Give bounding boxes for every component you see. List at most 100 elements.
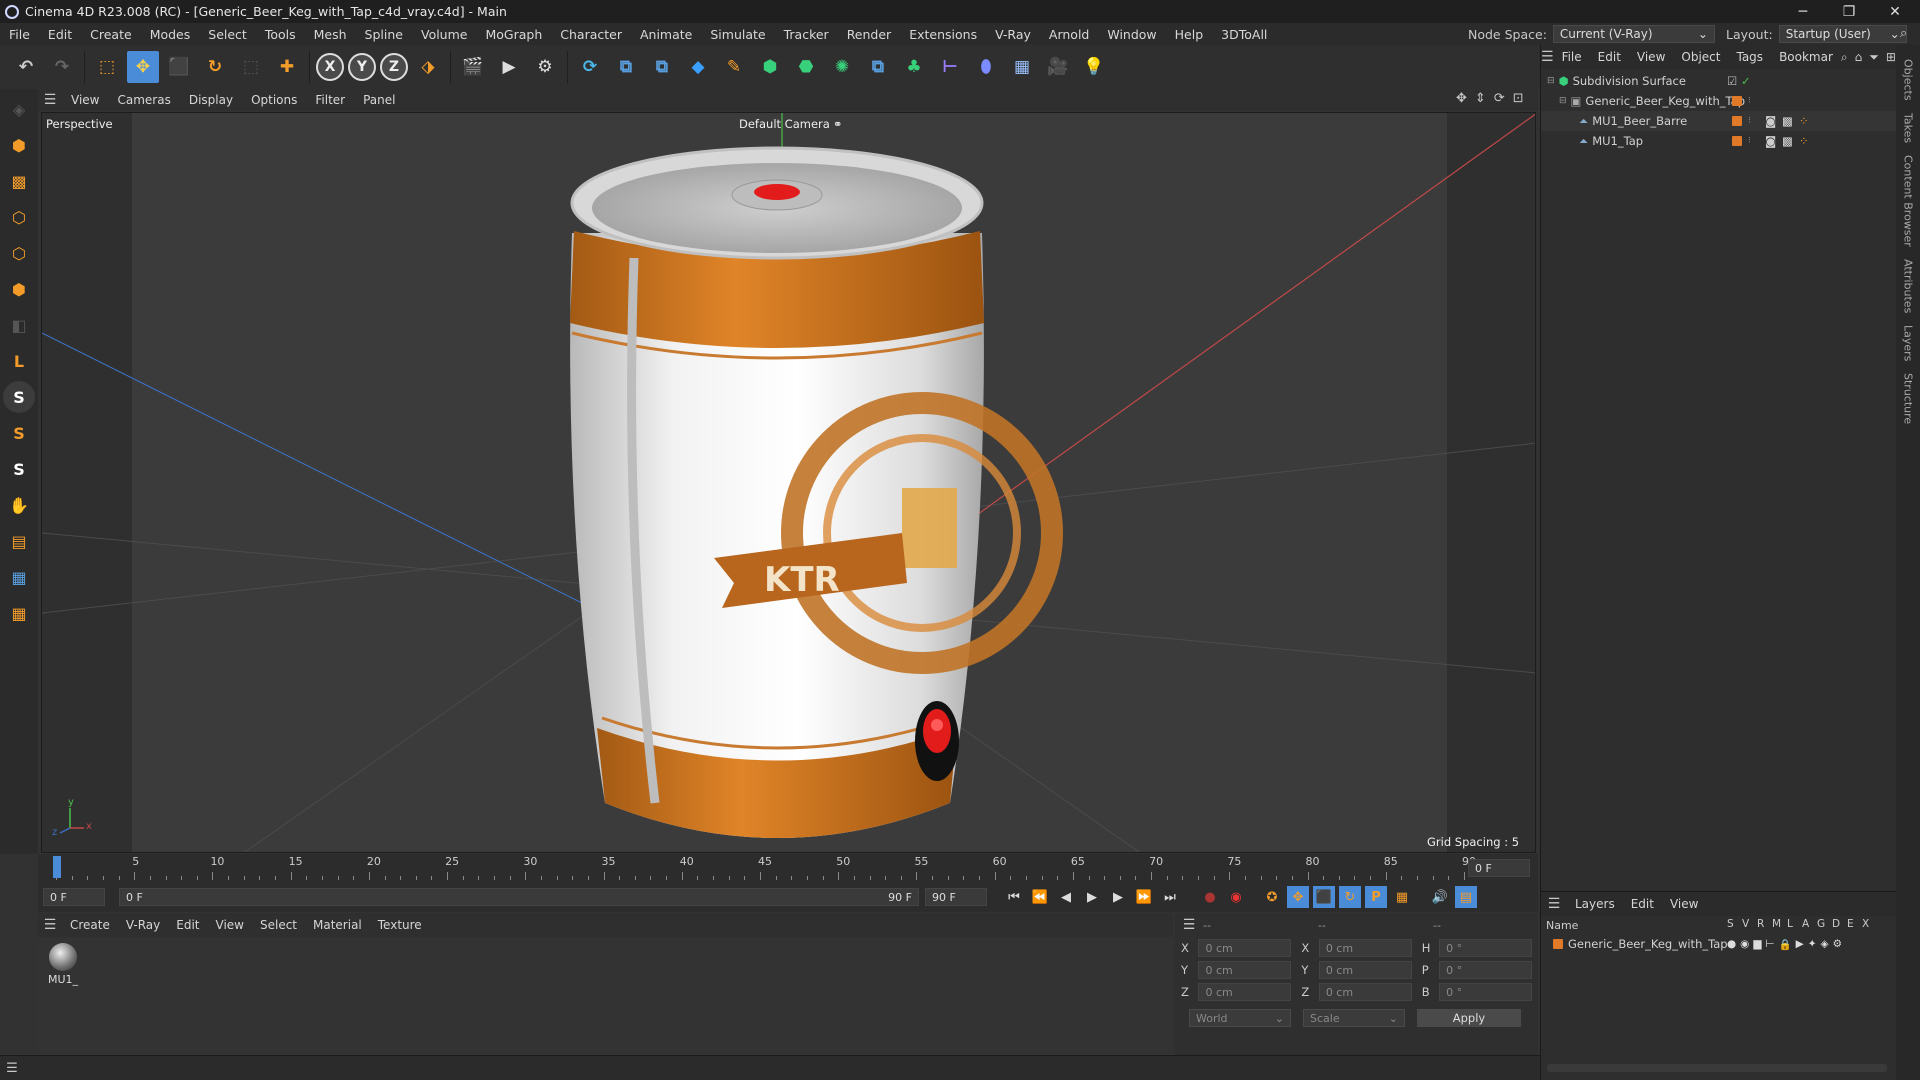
play-forward-icon[interactable]: ▶ (1081, 886, 1103, 908)
horizontal-scrollbar[interactable] (1547, 1064, 1887, 1072)
snap-icon-3[interactable]: S (3, 453, 35, 485)
material-tag-icon[interactable]: ◙ (1765, 134, 1776, 148)
cloner-icon[interactable]: ✺ (826, 51, 858, 83)
visibility-dots-icon[interactable]: ⁝ (1748, 136, 1751, 146)
material-menu-select[interactable]: Select (252, 918, 305, 932)
side-tab-attributes[interactable]: Attributes (1902, 259, 1915, 313)
search-icon[interactable]: ⌕ (1900, 26, 1907, 41)
start-frame-field[interactable]: 0 F (43, 888, 105, 906)
side-tab-objects[interactable]: Objects (1902, 59, 1915, 101)
coord-input[interactable]: 0 ° (1439, 939, 1533, 957)
subdivision-icon[interactable]: ⬢ (754, 51, 786, 83)
menu-item-extensions[interactable]: Extensions (900, 27, 986, 42)
coord-input[interactable]: 0 cm (1198, 939, 1292, 957)
move-view-icon[interactable]: ✥ (1456, 91, 1467, 106)
sound-icon[interactable]: 🔊 (1429, 886, 1451, 908)
layer-color-tag[interactable] (1732, 116, 1742, 126)
hamburger-icon[interactable]: ☰ (0, 1061, 24, 1076)
key-rotation-icon[interactable]: ↻ (1339, 886, 1361, 908)
layer-column-x[interactable]: X (1862, 918, 1872, 930)
menu-item-simulate[interactable]: Simulate (701, 27, 774, 42)
camera-icon[interactable]: 🎥 (1042, 51, 1074, 83)
floor-icon[interactable]: ▦ (1006, 51, 1038, 83)
view-icon[interactable]: ◉ (1740, 938, 1749, 950)
grid-icon[interactable]: ▦ (3, 561, 35, 593)
new-window-icon[interactable]: ⊞ (1886, 50, 1896, 64)
tweak-icon[interactable]: ✋ (3, 489, 35, 521)
hamburger-icon[interactable]: ☰ (1175, 917, 1203, 933)
axis-mode-button[interactable]: L (3, 345, 35, 377)
object-menu-edit[interactable]: Edit (1590, 50, 1629, 64)
mograph-icon[interactable]: ♣ (898, 51, 930, 83)
viewport-menu-panel[interactable]: Panel (354, 93, 404, 107)
material-menu-view[interactable]: View (208, 918, 252, 932)
locked-workplane-icon[interactable]: ▦ (3, 597, 35, 629)
go-to-start-icon[interactable]: ⏮ (1003, 886, 1025, 908)
menu-item-help[interactable]: Help (1166, 27, 1213, 42)
menu-item-create[interactable]: Create (81, 27, 141, 42)
side-tab-layers[interactable]: Layers (1902, 325, 1915, 361)
node-space-select[interactable]: Current (V-Ray) ⌄ (1552, 25, 1715, 43)
minimize-button[interactable]: ─ (1780, 0, 1826, 23)
layout-select[interactable]: Startup (User) ⌄ (1778, 25, 1907, 43)
scale-tool-icon[interactable]: ⬛ (163, 51, 195, 83)
deformer-icon[interactable]: ◈ (1821, 938, 1829, 950)
viewport-menu-options[interactable]: Options (242, 93, 306, 107)
object-row-subdivision[interactable]: ⊟ ⬢ Subdivision Surface ☑ ✓ (1541, 71, 1896, 91)
perspective-viewport[interactable]: KTR Perspective Default Camera ⚭ Grid Spa… (41, 112, 1536, 853)
y-axis-lock-button[interactable]: Y (348, 53, 376, 81)
keyframe-selection-icon[interactable]: ✪ (1261, 886, 1283, 908)
collapse-icon[interactable]: ⊟ (1559, 96, 1567, 106)
key-position-icon[interactable]: ✥ (1287, 886, 1309, 908)
layer-row[interactable]: Generic_Beer_Keg_with_Tap ● ◉ ▆ ⊢ 🔒 ▶ ✦ ◈ ⚙ (1541, 934, 1896, 954)
selection-tag-icon[interactable]: ⁘ (1799, 134, 1809, 148)
undo-icon[interactable]: ↶ (10, 51, 42, 83)
texture-tag-icon[interactable]: ▩ (1782, 134, 1793, 148)
lock-icon[interactable]: 🔒 (1779, 938, 1792, 951)
close-button[interactable]: ✕ (1872, 0, 1918, 23)
menu-item-render[interactable]: Render (838, 27, 901, 42)
object-menu-view[interactable]: View (1629, 50, 1673, 64)
render-view-icon[interactable]: 🎬 (457, 51, 489, 83)
zoom-view-icon[interactable]: ⇕ (1475, 91, 1486, 106)
rotate-view-icon[interactable]: ⟳ (1494, 91, 1505, 106)
deformer-icon[interactable]: ⊢ (934, 51, 966, 83)
uv-mode-icon[interactable]: ◧ (3, 309, 35, 341)
layer-menu-layers[interactable]: Layers (1567, 897, 1623, 911)
make-editable-icon[interactable]: ◈ (3, 93, 35, 125)
menu-item-tools[interactable]: Tools (256, 27, 305, 42)
frame-range-slider[interactable]: 0 F 90 F (119, 888, 919, 906)
z-axis-lock-button[interactable]: Z (380, 53, 408, 81)
coord-input[interactable]: 0 ° (1439, 983, 1533, 1001)
menu-item-arnold[interactable]: Arnold (1040, 27, 1098, 42)
cube-icon[interactable]: ◆ (682, 51, 714, 83)
object-menu-tags[interactable]: Tags (1728, 50, 1771, 64)
manager-icon[interactable]: ⊢ (1765, 938, 1774, 950)
material-menu-vray[interactable]: V-Ray (118, 918, 168, 932)
maximize-view-icon[interactable]: ⊡ (1513, 91, 1524, 106)
generator-icon[interactable]: ✦ (1808, 938, 1817, 950)
coord-input[interactable]: 0 ° (1439, 961, 1533, 979)
menu-item-animate[interactable]: Animate (631, 27, 701, 42)
recent-tool-icon[interactable]: ⬚ (235, 51, 267, 83)
timeline-ruler[interactable]: 051015202530354045505560657075808590 0 F (38, 854, 1538, 882)
previous-frame-icon[interactable]: ◀ (1055, 886, 1077, 908)
redo-icon[interactable]: ↷ (46, 51, 78, 83)
next-key-icon[interactable]: ⏩ (1133, 886, 1155, 908)
hamburger-icon[interactable]: ☰ (1541, 49, 1554, 65)
expression-icon[interactable]: ⚙ (1833, 938, 1842, 950)
menu-item-edit[interactable]: Edit (39, 27, 81, 42)
object-row-tap[interactable]: ⏶ MU1_Tap ⁝ ◙ ▩ ⁘ (1541, 131, 1896, 151)
menu-item-file[interactable]: File (0, 27, 39, 42)
menu-item-select[interactable]: Select (199, 27, 256, 42)
python-icon[interactable]: ⧉ (610, 51, 642, 83)
edge-mode-icon[interactable]: ⬡ (3, 237, 35, 269)
render-settings-icon[interactable]: ⚙ (529, 51, 561, 83)
python-script-icon[interactable]: ⧉ (646, 51, 678, 83)
texture-tag-icon[interactable]: ▩ (1782, 114, 1793, 128)
checkbox-icon[interactable]: ☑ (1727, 74, 1737, 88)
playhead-handle[interactable] (53, 856, 61, 878)
selection-tag-icon[interactable]: ⁘ (1799, 114, 1809, 128)
menu-item-mesh[interactable]: Mesh (305, 27, 356, 42)
python-tag-icon[interactable]: ⧉ (862, 51, 894, 83)
